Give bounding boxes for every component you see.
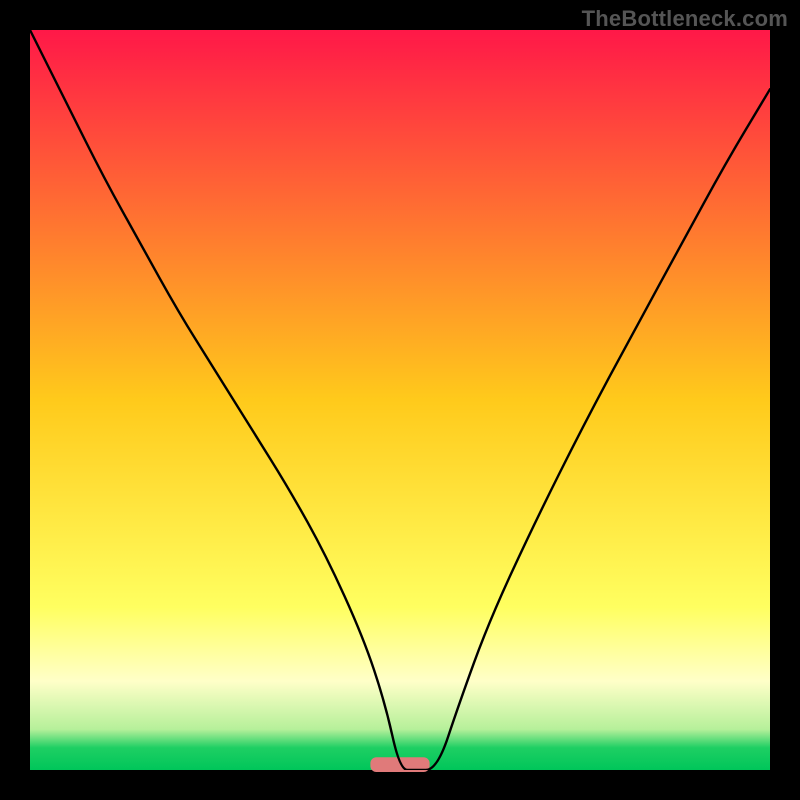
bottleneck-chart [0, 0, 800, 800]
watermark-label: TheBottleneck.com [582, 6, 788, 32]
chart-stage: TheBottleneck.com [0, 0, 800, 800]
plot-background [30, 30, 770, 770]
